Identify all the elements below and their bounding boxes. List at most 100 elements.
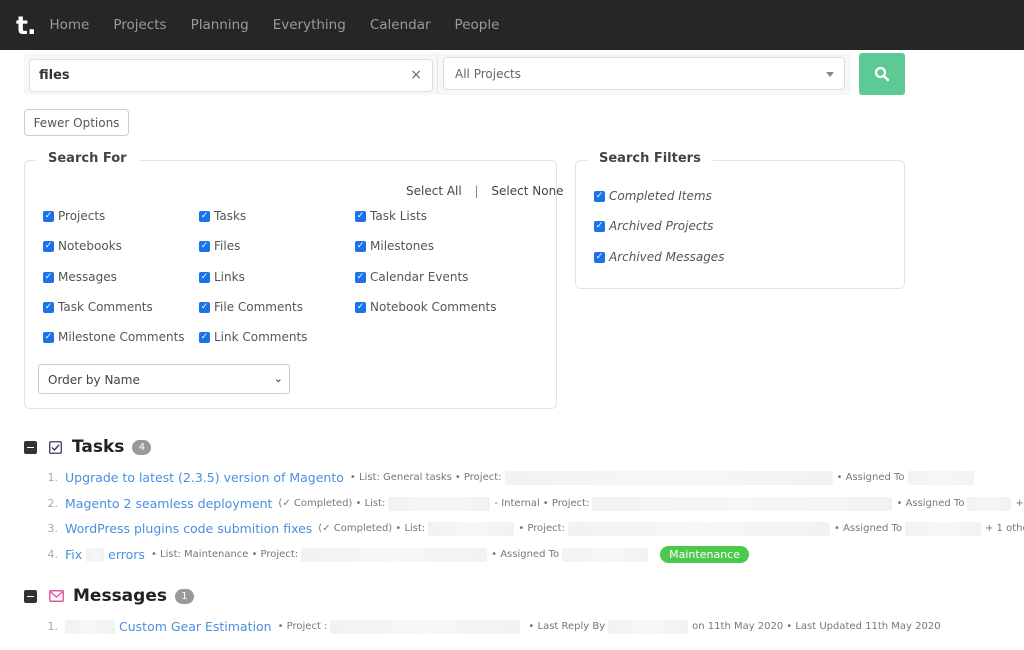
task-row: 4. Fix errors • List: Maintenance • Proj…	[40, 546, 749, 563]
task-link[interactable]: WordPress plugins code submition fixes	[65, 521, 312, 536]
checkbox-checked-icon[interactable]: ✓	[355, 301, 366, 313]
checkbox-checked-icon[interactable]: ✓	[43, 301, 54, 313]
checkbox-checked-icon[interactable]: ✓	[355, 240, 366, 252]
nav-projects[interactable]: Projects	[113, 17, 166, 33]
search-query[interactable]: files	[39, 68, 70, 83]
task-link[interactable]: Fix	[65, 547, 82, 562]
checkbox-label: Tasks	[214, 209, 247, 223]
task-link[interactable]: Upgrade to latest (2.3.5) version of Mag…	[65, 470, 344, 485]
search-input[interactable]: files ×	[29, 59, 433, 92]
redacted-text	[504, 470, 833, 485]
messages-section-header: Messages 1	[24, 586, 194, 606]
checkbox-file-comments[interactable]: ✓ File Comments	[199, 300, 303, 314]
message-last-reply-meta: • Last Reply By	[528, 621, 606, 632]
checkbox-files[interactable]: ✓ Files	[199, 239, 240, 253]
message-last-updated: • Last Updated 11th May 2020	[786, 621, 941, 632]
top-navigation: t. Home Projects Planning Everything Cal…	[0, 0, 1024, 50]
redacted-text	[388, 496, 491, 511]
checkbox-completed-items[interactable]: ✓ Completed Items	[594, 189, 712, 203]
collapse-icon[interactable]	[24, 589, 37, 603]
messages-count-badge: 1	[174, 588, 194, 604]
redacted-text	[905, 521, 981, 536]
checkbox-label: Task Lists	[370, 209, 427, 223]
messages-title: Messages	[73, 586, 167, 606]
checkbox-milestone-comments[interactable]: ✓ Milestone Comments	[43, 330, 185, 344]
redacted-text	[567, 521, 830, 536]
select-all-link[interactable]: Select All	[406, 184, 462, 198]
message-link[interactable]: Custom Gear Estimation	[119, 619, 272, 634]
checkbox-task-comments[interactable]: ✓ Task Comments	[43, 300, 153, 314]
task-list-suffix: - Internal	[494, 498, 540, 509]
collapse-icon[interactable]	[24, 440, 37, 454]
tag-maintenance[interactable]: Maintenance	[660, 546, 749, 563]
select-none-link[interactable]: Select None	[491, 184, 563, 198]
checkbox-calendar-events[interactable]: ✓ Calendar Events	[355, 270, 468, 284]
checkbox-checked-icon[interactable]: ✓	[594, 251, 605, 263]
checkbox-task-lists[interactable]: ✓ Task Lists	[355, 209, 427, 223]
redacted-text	[967, 496, 1012, 511]
task-row: 1. Upgrade to latest (2.3.5) version of …	[40, 470, 978, 485]
task-project-meta: • Project:	[542, 498, 590, 509]
task-completed-meta: (✓ Completed) • List:	[318, 523, 426, 534]
nav-planning[interactable]: Planning	[191, 17, 249, 33]
message-row: 1. Custom Gear Estimation • Project : • …	[40, 619, 944, 634]
checkbox-checked-icon[interactable]: ✓	[43, 271, 54, 283]
checkbox-checked-icon[interactable]: ✓	[199, 240, 210, 252]
checkbox-checked-icon[interactable]: ✓	[199, 301, 210, 313]
redacted-text	[608, 619, 689, 634]
checkbox-label: Notebooks	[58, 239, 122, 253]
envelope-icon	[49, 590, 64, 602]
checkbox-label: Task Comments	[58, 300, 153, 314]
checkbox-checked-icon[interactable]: ✓	[43, 240, 54, 252]
checkbox-notebook-comments[interactable]: ✓ Notebook Comments	[355, 300, 497, 314]
checkbox-checked-icon[interactable]: ✓	[199, 331, 210, 343]
checkbox-label: Archived Messages	[609, 250, 725, 264]
search-button[interactable]	[859, 53, 905, 95]
checkbox-checked-icon[interactable]: ✓	[594, 190, 605, 202]
task-project-meta: • Project:	[251, 549, 299, 560]
task-link[interactable]: Magento 2 seamless deployment	[65, 496, 272, 511]
checkbox-link-comments[interactable]: ✓ Link Comments	[199, 330, 307, 344]
tasks-section-header: Tasks 4	[24, 437, 152, 457]
task-project-meta: • Project:	[518, 523, 565, 534]
checkbox-checked-icon[interactable]: ✓	[594, 220, 605, 232]
task-completed-meta: (✓ Completed) • List:	[278, 498, 386, 509]
redacted-text	[592, 496, 893, 511]
redacted-text	[428, 521, 515, 536]
checkbox-archived-messages[interactable]: ✓ Archived Messages	[594, 250, 724, 264]
nav-people[interactable]: People	[455, 17, 500, 33]
nav-home[interactable]: Home	[49, 17, 89, 33]
clear-icon[interactable]: ×	[410, 67, 422, 83]
nav-calendar[interactable]: Calendar	[370, 17, 431, 33]
checkbox-checked-icon[interactable]: ✓	[199, 210, 210, 222]
app-logo[interactable]: t.	[16, 13, 36, 38]
project-select[interactable]: All Projects	[443, 57, 845, 90]
checkbox-links[interactable]: ✓ Links	[199, 270, 245, 284]
checkbox-checked-icon[interactable]: ✓	[43, 210, 54, 222]
checkbox-label: Link Comments	[214, 330, 308, 344]
search-for-legend: Search For	[36, 151, 139, 166]
row-number: 3.	[47, 522, 59, 535]
row-number: 1.	[47, 471, 59, 484]
checkbox-label: Links	[214, 270, 245, 284]
checkbox-projects[interactable]: ✓ Projects	[43, 209, 105, 223]
fewer-options-button[interactable]: Fewer Options	[24, 109, 129, 136]
task-assigned-meta: • Assigned To	[491, 549, 560, 560]
checkbox-tasks[interactable]: ✓ Tasks	[199, 209, 246, 223]
order-by-select[interactable]: Order by Name ⌄	[38, 364, 290, 394]
checkbox-messages[interactable]: ✓ Messages	[43, 270, 117, 284]
nav-everything[interactable]: Everything	[273, 17, 346, 33]
checkbox-checked-icon[interactable]: ✓	[43, 331, 54, 343]
checkbox-archived-projects[interactable]: ✓ Archived Projects	[594, 219, 713, 233]
checkbox-checked-icon[interactable]: ✓	[355, 271, 366, 283]
search-filters-legend: Search Filters	[587, 151, 713, 166]
redacted-text	[330, 619, 521, 634]
task-link[interactable]: errors	[108, 547, 145, 562]
select-divider: |	[474, 184, 479, 198]
checkbox-checked-icon[interactable]: ✓	[199, 271, 210, 283]
checkbox-checked-icon[interactable]: ✓	[355, 210, 366, 222]
order-by-value: Order by Name	[48, 373, 140, 387]
checkbox-notebooks[interactable]: ✓ Notebooks	[43, 239, 122, 253]
task-list-meta: • List: General tasks	[349, 472, 452, 483]
checkbox-milestones[interactable]: ✓ Milestones	[355, 239, 434, 253]
